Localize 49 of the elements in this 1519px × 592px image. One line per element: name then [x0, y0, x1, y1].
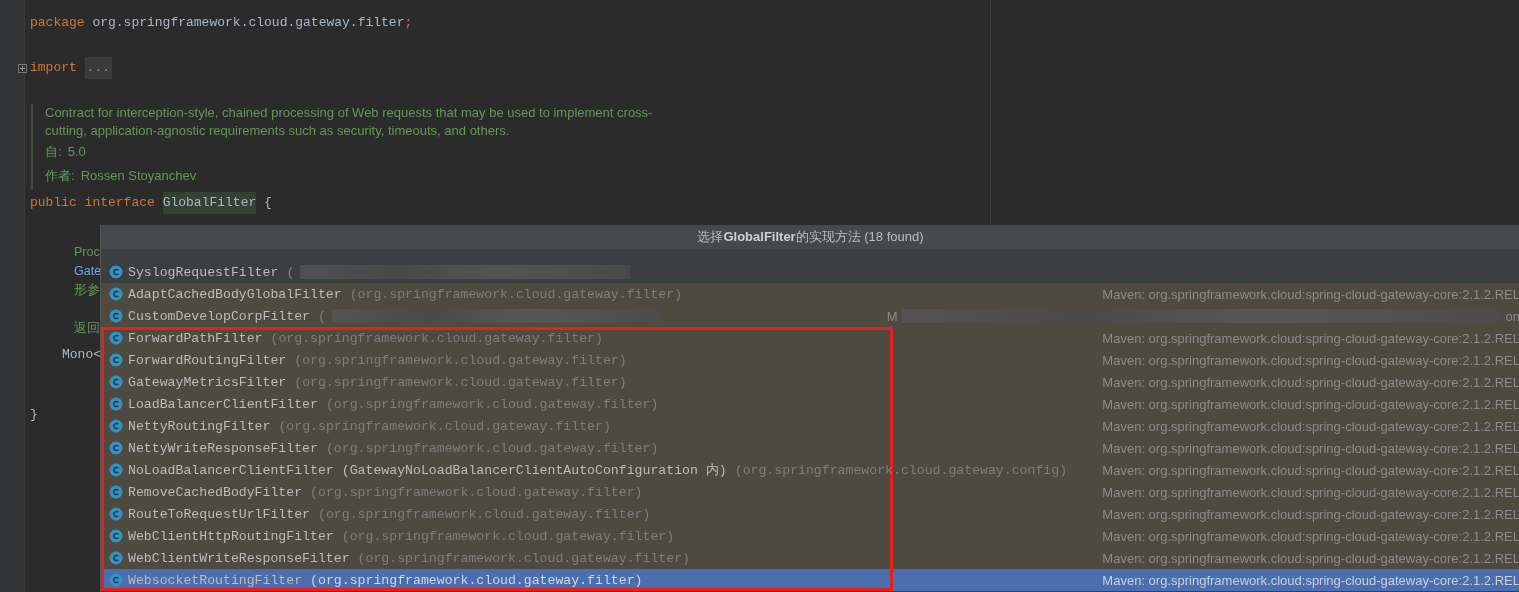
keyword: public — [30, 194, 77, 212]
class-icon — [109, 265, 123, 279]
class-icon — [109, 287, 123, 301]
code-text: } — [30, 407, 38, 422]
doc-tag-label: 自: — [45, 143, 62, 161]
result-row[interactable]: AdaptCachedBodyGlobalFilter (org.springframework.cloud.gateway.filter) Maven: org.springframework.cloud:spring-cloud-gateway-core:2.1.2.REL — [101, 283, 1519, 305]
interface-name: GlobalFilter — [162, 192, 257, 214]
class-icon — [109, 419, 123, 433]
code-text: Proc — [74, 245, 100, 259]
code-text: 形参 — [74, 283, 100, 297]
result-row[interactable]: NettyRoutingFilter (org.springframework.cloud.gateway.filter) Maven: org.springframework.cloud:spring-cloud-gateway-core:2.1.2.REL — [101, 415, 1519, 437]
class-icon — [109, 573, 123, 587]
result-row[interactable]: WebClientWriteResponseFilter (org.springframework.cloud.gateway.filter) Maven: org.springframework.cloud:spring-cloud-gateway-core:2.1.2.REL — [101, 547, 1519, 569]
result-row[interactable]: CustomDevelopCorpFilter ( M on — [101, 305, 1519, 327]
class-icon — [109, 309, 123, 323]
result-row[interactable]: WebsocketRoutingFilter (org.springframework.cloud.gateway.filter) Maven: org.springframework.cloud:spring-cloud-gateway-core:2.1.2.REL — [101, 569, 1519, 591]
brace: { — [264, 194, 272, 212]
class-icon — [109, 375, 123, 389]
class-icon — [109, 353, 123, 367]
keyword: import — [30, 59, 77, 77]
class-icon — [109, 551, 123, 565]
code-text: 返回 — [74, 321, 100, 335]
doc-tag-value: Rossen Stoyanchev — [80, 167, 197, 185]
folded-imports[interactable]: ... — [84, 57, 112, 79]
result-row[interactable]: GatewayMetricsFilter (org.springframework.cloud.gateway.filter) Maven: org.springframework.cloud:spring-cloud-gateway-core:2.1.2.REL — [101, 371, 1519, 393]
code-text: Mono< — [62, 347, 101, 362]
semicolon: ; — [404, 14, 413, 32]
doc-tag-label: 作者: — [45, 167, 75, 185]
class-icon — [109, 397, 123, 411]
package-name: org.springframework.cloud.gateway.filter — [92, 14, 405, 32]
expand-icon[interactable] — [18, 64, 27, 73]
code-text: Gate — [74, 264, 102, 278]
result-row[interactable]: RemoveCachedBodyFilter (org.springframework.cloud.gateway.filter) Maven: org.springframework.cloud:spring-cloud-gateway-core:2.1.2.REL — [101, 481, 1519, 503]
keyword: interface — [84, 194, 155, 212]
class-icon — [109, 529, 123, 543]
keyword: package — [30, 14, 85, 32]
doc-tag-value: 5.0 — [67, 143, 86, 161]
popup-title: 选择GlobalFilter的实现方法 (18 found) — [101, 225, 1519, 249]
result-row[interactable]: NettyWriteResponseFilter (org.springframework.cloud.gateway.filter) Maven: org.springframework.cloud:spring-cloud-gateway-core:2.1.2.REL — [101, 437, 1519, 459]
result-row[interactable]: LoadBalancerClientFilter (org.springframework.cloud.gateway.filter) Maven: org.springframework.cloud:spring-cloud-gateway-core:2.1.2.REL — [101, 393, 1519, 415]
result-row[interactable]: ForwardRoutingFilter (org.springframework.cloud.gateway.filter) Maven: org.springframework.cloud:spring-cloud-gateway-core:2.1.2.REL — [101, 349, 1519, 371]
class-icon — [109, 507, 123, 521]
class-icon — [109, 331, 123, 345]
class-icon — [109, 441, 123, 455]
result-row[interactable]: WebClientHttpRoutingFilter (org.springframework.cloud.gateway.filter) Maven: org.springframework.cloud:spring-cloud-gateway-core:2.1.2.REL — [101, 525, 1519, 547]
doc-text: Contract for interception-style, chained processing of Web requests that may be used to implement cross-cutting, application-agnostic requirements such as security, timeouts, and others. — [45, 104, 654, 140]
class-icon — [109, 485, 123, 499]
class-icon — [109, 463, 123, 477]
result-row[interactable]: RouteToRequestUrlFilter (org.springframework.cloud.gateway.filter) Maven: org.springframework.cloud:spring-cloud-gateway-core:2.1.2.REL — [101, 503, 1519, 525]
